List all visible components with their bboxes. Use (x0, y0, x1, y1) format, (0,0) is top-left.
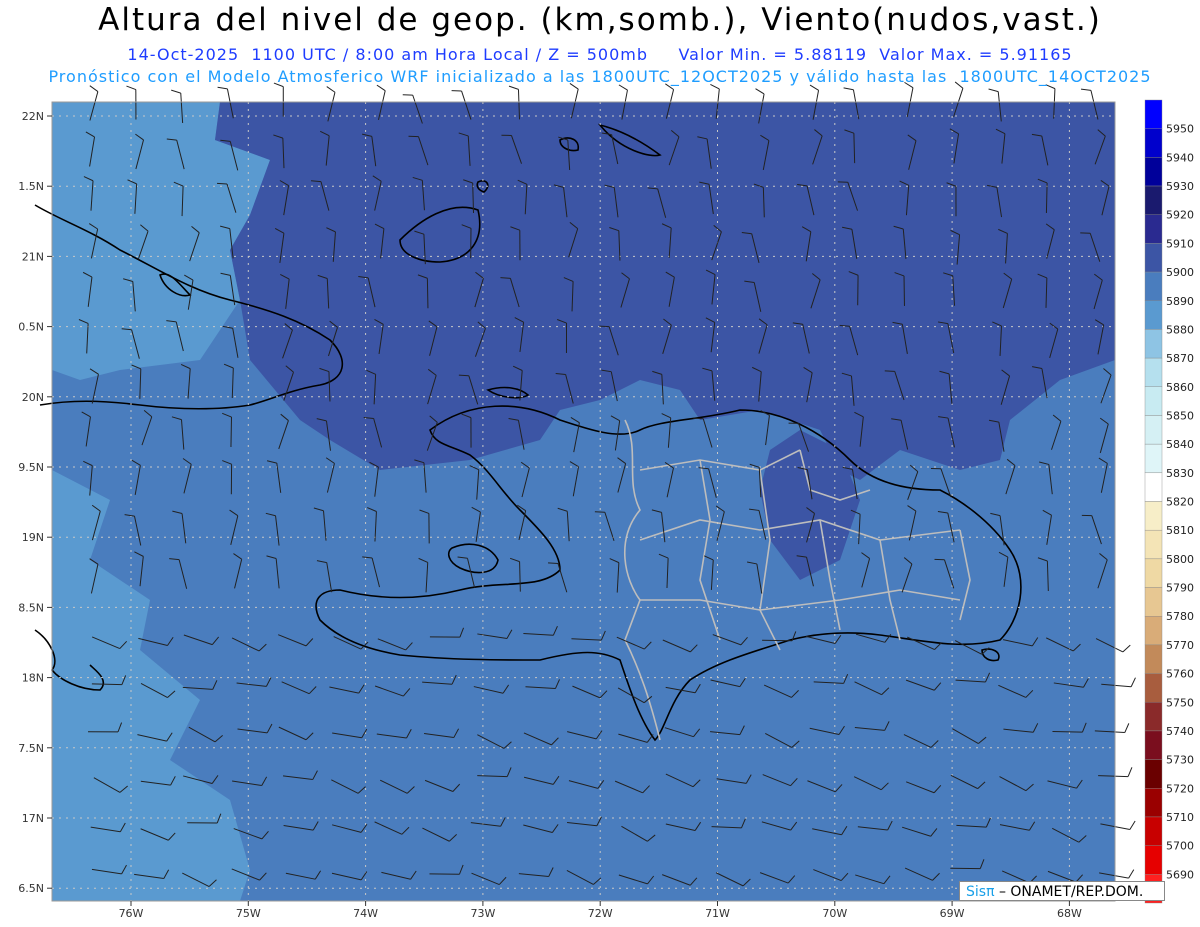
lat-tick-label: 20N (22, 391, 44, 404)
colorbar-label: 5850 (1166, 409, 1194, 422)
org-text: – ONAMET/REP.DOM. (998, 884, 1144, 900)
colorbar-label: 5720 (1166, 782, 1194, 795)
colorbar-label: 5810 (1166, 524, 1194, 537)
colorbar-swatch (1144, 472, 1163, 502)
colorbar-swatch (1144, 329, 1163, 359)
colorbar: 5950 5940 5930 5920 5910 5900 5890 5880 5870 5860… (1144, 99, 1194, 904)
chart-title: Altura del nivel de geop. (km,somb.), Vi… (98, 2, 1102, 38)
colorbar-label: 5940 (1166, 151, 1194, 164)
colorbar-label: 5840 (1166, 438, 1194, 451)
lat-tick-label: 17N (22, 812, 44, 825)
colorbar-swatch (1144, 128, 1163, 158)
colorbar-label: 5900 (1166, 266, 1194, 279)
lat-tick-label: 22N (22, 110, 44, 123)
lat-tick-label: 19N (22, 531, 44, 544)
lon-tick-label: 71W (705, 907, 730, 920)
colorbar-label: 5820 (1166, 496, 1194, 509)
colorbar-label: 5930 (1166, 180, 1194, 193)
lat-tick-label: 9.5N (18, 461, 44, 474)
lon-tick-label: 74W (353, 907, 378, 920)
colorbar-swatch (1144, 616, 1163, 646)
colorbar-label: 5950 (1166, 123, 1194, 136)
colorbar-swatch (1144, 443, 1163, 474)
colorbar-label: 5870 (1166, 352, 1194, 365)
colorbar-label: 5690 (1166, 868, 1194, 881)
lon-tick-label: 69W (940, 907, 965, 920)
colorbar-label: 5880 (1166, 323, 1194, 336)
colorbar-label: 5710 (1166, 811, 1194, 824)
colorbar-swatch (1144, 673, 1163, 703)
colorbar-swatch (1144, 185, 1163, 215)
colorbar-swatch (1144, 415, 1163, 445)
lat-tick-label: 8.5N (18, 601, 44, 614)
colorbar-swatch (1144, 788, 1163, 818)
colorbar-swatch (1144, 271, 1163, 301)
colorbar-label: 5770 (1166, 639, 1194, 652)
lon-tick-label: 73W (470, 907, 495, 920)
lon-tick-label: 70W (822, 907, 847, 920)
colorbar-swatch (1144, 644, 1163, 674)
colorbar-swatch (1144, 529, 1163, 560)
colorbar-label: 5890 (1166, 295, 1194, 308)
colorbar-swatch (1144, 702, 1163, 732)
lat-tick-label: 1.5N (18, 180, 44, 193)
colorbar-swatch (1144, 157, 1163, 187)
subtitle-model: Pronóstico con el Modelo Atmosferico WRF… (48, 67, 1152, 86)
colorbar-swatch (1144, 816, 1163, 846)
colorbar-label: 5910 (1166, 237, 1194, 250)
lat-tick-label: 21N (22, 250, 44, 263)
colorbar-swatch (1144, 845, 1163, 875)
colorbar-label: 5700 (1166, 840, 1194, 853)
colorbar-label: 5760 (1166, 668, 1194, 681)
colorbar-label: 5860 (1166, 381, 1194, 394)
colorbar-label: 5730 (1166, 754, 1194, 767)
colorbar-label: 5920 (1166, 209, 1194, 222)
colorbar-label: 5750 (1166, 696, 1194, 709)
colorbar-swatch (1144, 243, 1163, 273)
colorbar-swatch (1144, 558, 1163, 588)
colorbar-label: 5800 (1166, 553, 1194, 566)
lon-tick-label: 75W (236, 907, 261, 920)
lon-tick-label: 72W (588, 907, 613, 920)
colorbar-label: 5790 (1166, 582, 1194, 595)
colorbar-swatch (1144, 759, 1163, 789)
colorbar-swatch (1144, 214, 1163, 244)
lon-tick-label: 68W (1057, 907, 1082, 920)
colorbar-label: 5740 (1166, 725, 1194, 738)
colorbar-swatch (1144, 730, 1163, 760)
map-figure: 5950 5940 5930 5920 5910 5900 5890 5880 5870 5860… (18, 81, 1194, 920)
subtitle-time: 14-Oct-2025 1100 UTC / 8:00 am Hora Loca… (127, 45, 1073, 64)
colorbar-label: 5830 (1166, 467, 1194, 480)
colorbar-swatch (1144, 357, 1163, 387)
colorbar-swatch (1144, 587, 1163, 617)
colorbar-swatch (1144, 386, 1163, 416)
lon-tick-label: 76W (119, 907, 144, 920)
colorbar-swatch (1144, 300, 1163, 330)
lat-tick-label: 0.5N (18, 321, 44, 334)
colorbar-swatch (1144, 99, 1163, 129)
geopotential-shading (52, 102, 1115, 901)
lat-tick-label: 6.5N (18, 882, 44, 895)
colorbar-swatch (1144, 501, 1163, 531)
lat-tick-label: 7.5N (18, 742, 44, 755)
lat-tick-label: 18N (22, 672, 44, 685)
sis-logo-text: Sisπ (966, 884, 995, 900)
colorbar-label: 5780 (1166, 610, 1194, 623)
credit-box: Sisπ – ONAMET/REP.DOM. (959, 881, 1165, 901)
